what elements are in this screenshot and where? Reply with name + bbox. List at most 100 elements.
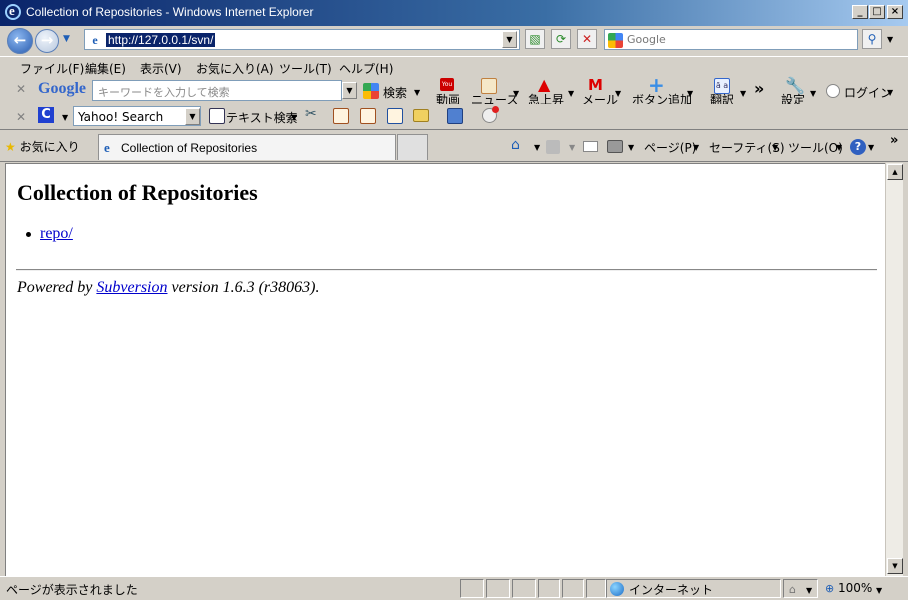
close-toolbar-icon[interactable]: ✕ <box>16 82 26 96</box>
favorites-button[interactable]: ★ お気に入り <box>5 138 80 155</box>
google-history-dropdown[interactable]: ▼ <box>342 82 357 99</box>
feeds-dropdown[interactable]: ▼ <box>569 143 575 152</box>
toolbar-app-icon[interactable] <box>447 108 463 124</box>
c-logo-dropdown[interactable]: ▼ <box>62 113 68 122</box>
protected-mode-icon: ⌂ <box>789 583 796 596</box>
menu-help[interactable]: ヘルプ(H) <box>339 60 393 77</box>
page-icon: e <box>92 33 98 47</box>
home-dropdown[interactable]: ▼ <box>534 143 540 152</box>
star-icon: ★ <box>5 140 16 154</box>
close-secondary-toolbar-icon[interactable]: ✕ <box>16 110 26 124</box>
search-placeholder: Google <box>627 33 666 46</box>
trending-dropdown[interactable]: ▼ <box>568 89 574 98</box>
text-search-button[interactable]: テキスト検索 <box>226 109 298 126</box>
page-footer: Powered by Subversion version 1.6.3 (r38… <box>17 279 319 297</box>
list-bullet <box>26 232 31 237</box>
status-segment-6 <box>586 579 606 598</box>
scroll-up-button[interactable]: ▲ <box>887 164 903 180</box>
page-menu[interactable]: ページ(P) <box>644 139 696 156</box>
read-mail-icon[interactable] <box>583 141 598 152</box>
vertical-scrollbar[interactable]: ▲ ▼ <box>885 163 903 576</box>
page-menu-dropdown: ▼ <box>693 143 700 152</box>
toolbar-page-icon-2[interactable] <box>360 108 376 124</box>
tab-active[interactable]: e Collection of Repositories <box>98 134 396 160</box>
google-logo: Google <box>38 80 86 97</box>
google-search-placeholder: キーワードを入力して検索 <box>98 86 230 99</box>
tools-menu-dropdown: ▼ <box>836 143 843 152</box>
new-tab-button[interactable] <box>397 134 428 160</box>
menu-view[interactable]: 表示(V) <box>140 60 182 77</box>
help-icon[interactable]: ? <box>850 139 866 155</box>
google-search-button[interactable]: 検索 <box>383 84 407 101</box>
google-search-input[interactable]: キーワードを入力して検索 <box>92 80 342 101</box>
mail-dropdown[interactable]: ▼ <box>615 89 621 98</box>
folder-icon[interactable] <box>413 109 429 122</box>
zone-text: インターネット <box>629 583 714 597</box>
history-dropdown-icon[interactable]: ▼ <box>63 34 70 44</box>
command-bar-more-button[interactable]: » <box>890 133 898 148</box>
globe-icon <box>610 582 624 596</box>
tab-title: Collection of Repositories <box>121 141 258 155</box>
status-segment-1 <box>460 579 484 598</box>
address-bar[interactable]: e http://127.0.0.1/svn/ <box>84 29 520 50</box>
forward-button[interactable]: → <box>35 29 59 53</box>
toolbar-page-icon-1[interactable] <box>333 108 349 124</box>
login-button[interactable]: ログイン <box>844 84 892 101</box>
favorites-label: お気に入り <box>19 140 80 154</box>
help-dropdown[interactable]: ▼ <box>868 143 874 152</box>
footer-suffix: version 1.6.3 (r38063). <box>171 279 320 296</box>
address-dropdown-button[interactable]: ▼ <box>502 31 517 48</box>
status-text: ページが表示されました <box>6 583 138 597</box>
footer-prefix: Powered by <box>17 279 93 296</box>
close-button[interactable]: × <box>887 5 903 19</box>
search-icon[interactable]: ⚲ <box>862 29 882 49</box>
zoom-dropdown[interactable]: ▼ <box>876 586 882 595</box>
secondary-toolbar: ✕ C ▼ Yahoo! Search ▼ テキスト検索 ▼ ✂ <box>0 104 908 130</box>
maximize-button[interactable]: □ <box>869 5 885 19</box>
menu-edit[interactable]: 編集(E) <box>85 60 126 77</box>
address-url[interactable]: http://127.0.0.1/svn/ <box>106 33 216 47</box>
feeds-icon[interactable] <box>546 140 560 154</box>
google-search-icon[interactable] <box>363 83 379 99</box>
menu-favorites[interactable]: お気に入り(A) <box>196 60 274 77</box>
back-button[interactable]: ← <box>7 28 33 54</box>
toolbar-more-button[interactable]: » <box>754 79 764 98</box>
menu-tools[interactable]: ツール(T) <box>279 60 332 77</box>
text-search-dropdown[interactable]: ▼ <box>291 113 297 122</box>
search-box[interactable]: Google <box>604 29 858 50</box>
engine-select[interactable]: Yahoo! Search <box>73 106 201 126</box>
page-content: Collection of Repositories repo/ Powered… <box>5 163 885 576</box>
tab-row: ★ お気に入り e Collection of Repositories ⌂ ▼… <box>0 130 908 162</box>
refresh-icon[interactable]: ⟳ <box>551 29 571 49</box>
zoom-icon: ⊕ <box>825 582 835 595</box>
engine-select-dropdown[interactable]: ▼ <box>185 108 200 125</box>
protected-mode-dropdown[interactable]: ▼ <box>806 586 812 595</box>
search-options-dropdown[interactable]: ▼ <box>414 88 420 97</box>
engine-select-value: Yahoo! Search <box>78 110 164 124</box>
list-item: repo/ <box>26 225 73 243</box>
scissors-icon[interactable]: ✂ <box>305 106 317 122</box>
safety-menu-dropdown: ▼ <box>772 143 779 152</box>
home-icon[interactable]: ⌂ <box>511 137 520 153</box>
compatibility-view-icon[interactable]: ▧ <box>525 29 545 49</box>
repo-link[interactable]: repo/ <box>40 225 73 242</box>
print-icon[interactable] <box>607 140 623 153</box>
news-dropdown[interactable]: ▼ <box>513 89 519 98</box>
print-dropdown[interactable]: ▼ <box>628 143 634 152</box>
add-button-dropdown[interactable]: ▼ <box>687 89 693 98</box>
minimize-button[interactable]: _ <box>852 5 868 19</box>
menu-file[interactable]: ファイル(F) <box>20 60 84 77</box>
ie-logo-icon <box>5 3 21 20</box>
stop-icon[interactable]: ✕ <box>577 29 597 49</box>
zoom-level[interactable]: 100% <box>838 581 872 595</box>
settings-dropdown[interactable]: ▼ <box>810 89 816 98</box>
page-heading: Collection of Repositories <box>17 180 258 205</box>
translate-dropdown[interactable]: ▼ <box>740 89 746 98</box>
tools-menu[interactable]: ツール(O) <box>788 139 843 156</box>
subversion-link[interactable]: Subversion <box>96 279 167 296</box>
toolbar-page-icon-3[interactable] <box>387 108 403 124</box>
login-dropdown[interactable]: ▼ <box>887 88 893 97</box>
search-options-icon[interactable]: ▼ <box>887 35 893 44</box>
scroll-down-button[interactable]: ▼ <box>887 558 903 574</box>
login-icon <box>826 84 840 98</box>
